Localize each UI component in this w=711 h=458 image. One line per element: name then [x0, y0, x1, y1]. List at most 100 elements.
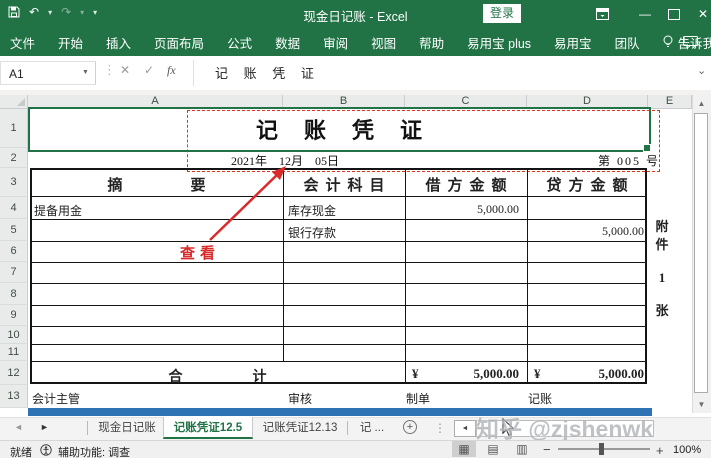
table-line [30, 344, 647, 345]
table-line [30, 361, 647, 362]
table-line [30, 262, 647, 263]
row-header-3[interactable]: 3 [0, 168, 28, 197]
view-page-break-button[interactable]: ▥ [510, 441, 534, 457]
signature-accounting-supervisor: 会计主管 [32, 390, 80, 407]
row-header-9[interactable]: 9 [0, 305, 28, 326]
tab-team[interactable]: 团队 [615, 33, 640, 52]
annotation-text: 查看 [180, 242, 220, 263]
table-line [30, 326, 647, 327]
zoom-in-button[interactable]: + [656, 443, 664, 458]
new-sheet-button[interactable]: + [403, 420, 417, 434]
divider [87, 421, 88, 435]
table-line [405, 168, 406, 384]
annotation-arrow [200, 160, 300, 245]
entry-summary[interactable]: 提备用金 [34, 202, 82, 219]
column-header-e[interactable]: E [648, 95, 692, 109]
row-header-8[interactable]: 8 [0, 283, 28, 305]
tab-review[interactable]: 审阅 [323, 33, 348, 52]
row-header-11[interactable]: 11 [0, 344, 28, 361]
ribbon-tab-bar: 文件 开始 插入 页面布局 公式 数据 审阅 视图 帮助 易用宝 plus 易用… [0, 28, 711, 56]
hscroll-left-button[interactable]: ◄ [454, 420, 476, 437]
row-header-5[interactable]: 5 [0, 219, 28, 241]
maximize-button[interactable] [668, 9, 680, 20]
attachment-label: 件 [652, 234, 672, 253]
entry-credit[interactable]: 5,000.00 [527, 224, 644, 239]
cancel-formula-icon[interactable]: ✕ [120, 63, 130, 77]
minimize-button[interactable]: — [630, 0, 660, 28]
tab-insert[interactable]: 插入 [106, 33, 131, 52]
entry-debit[interactable]: 5,000.00 [405, 202, 519, 217]
excel-window: ↶▾ ↷▾ ▾ 现金日记账 - Excel 登录 — ✕ 文件 开始 插入 页面… [0, 0, 711, 458]
tab-yyb-plus[interactable]: 易用宝 plus [467, 33, 531, 52]
status-accessibility[interactable]: 辅助功能: 调查 [58, 444, 130, 458]
zoom-out-button[interactable]: − [543, 442, 551, 457]
name-box-dropdown-icon[interactable]: ▼ [82, 69, 89, 76]
signature-bookkeeper: 记账 [528, 390, 552, 407]
table-line [30, 241, 647, 242]
signin-button[interactable]: 登录 [483, 4, 521, 23]
signature-preparer: 制单 [406, 390, 430, 407]
row-header-6[interactable]: 6 [0, 241, 28, 262]
vertical-scrollbar-thumb[interactable] [694, 113, 708, 393]
accessibility-icon[interactable] [40, 444, 52, 456]
sheet-tab-voucher-12-13[interactable]: 记账凭证12.13 [254, 417, 346, 439]
confirm-formula-icon[interactable]: ✓ [144, 63, 154, 77]
divider [193, 60, 194, 86]
row-header-10[interactable]: 10 [0, 326, 28, 344]
table-line [30, 305, 647, 306]
voucher-number: 第 005 号 [560, 152, 660, 169]
divider [347, 421, 348, 435]
row-header-12[interactable]: 12 [0, 361, 28, 385]
table-line [527, 168, 528, 384]
select-all-button[interactable] [0, 95, 28, 109]
formula-bar-expand-icon[interactable]: ⌄ [697, 64, 706, 77]
tab-help[interactable]: 帮助 [419, 33, 444, 52]
attachment-unit: 张 [652, 300, 672, 319]
row-header-2[interactable]: 2 [0, 148, 28, 168]
zoom-slider-thumb[interactable] [599, 443, 604, 455]
insert-function-icon[interactable]: fx [167, 63, 176, 78]
tab-data[interactable]: 数据 [275, 33, 300, 52]
tab-view[interactable]: 视图 [371, 33, 396, 52]
row-header-7[interactable]: 7 [0, 262, 28, 283]
formula-input[interactable]: 记 账 凭 证 [215, 63, 320, 82]
view-normal-button[interactable]: ▦ [452, 441, 476, 457]
header-debit: 借方金额 [405, 174, 527, 195]
lightbulb-icon [663, 35, 673, 49]
view-page-layout-button[interactable]: ▤ [481, 441, 505, 457]
more-icon: ⋮ [434, 421, 446, 435]
sheet-nav-left-icon[interactable]: ◄ [14, 422, 23, 432]
row-header-13[interactable]: 13 [0, 385, 28, 408]
sheet-tab-cash-journal[interactable]: 现金日记账 [92, 417, 162, 439]
header-account: 会计科目 [283, 174, 405, 195]
sheet-tab-truncated[interactable]: 记 ... [351, 417, 393, 439]
zoom-slider-track[interactable] [558, 448, 650, 450]
total-credit: 5,000.00 [527, 366, 644, 382]
comment-icon[interactable] [683, 36, 698, 48]
tab-yyb[interactable]: 易用宝 [554, 33, 592, 52]
ribbon-display-options-icon[interactable] [596, 8, 609, 20]
tab-home[interactable]: 开始 [58, 33, 83, 52]
table-line [30, 219, 647, 220]
attachment-count: 1 [652, 270, 672, 286]
scroll-up-icon[interactable]: ▲ [692, 99, 711, 108]
row-header-4[interactable]: 4 [0, 197, 28, 219]
attachment-label: 附 [652, 216, 672, 235]
close-button[interactable]: ✕ [688, 0, 711, 28]
tab-formulas[interactable]: 公式 [227, 33, 252, 52]
signature-reviewer: 审核 [288, 390, 312, 407]
sheet-nav-right-icon[interactable]: ► [40, 422, 49, 432]
scroll-down-icon[interactable]: ▼ [692, 400, 711, 409]
header-credit: 贷方金额 [527, 174, 647, 195]
tab-file[interactable]: 文件 [10, 33, 35, 52]
table-line [30, 196, 647, 197]
status-ready: 就绪 [10, 444, 32, 458]
total-label: 合计 [30, 366, 405, 386]
voucher-title: 记账凭证 [30, 113, 648, 145]
tab-page-layout[interactable]: 页面布局 [154, 33, 204, 52]
title-bar: ↶▾ ↷▾ ▾ 现金日记账 - Excel 登录 — ✕ [0, 0, 711, 28]
row-header-1[interactable]: 1 [0, 109, 28, 148]
sheet-tab-voucher-12-5[interactable]: 记账凭证12.5 [163, 417, 253, 439]
watermark: 知乎 @zjshenwk [476, 410, 711, 444]
zoom-level[interactable]: 100% [673, 444, 701, 456]
